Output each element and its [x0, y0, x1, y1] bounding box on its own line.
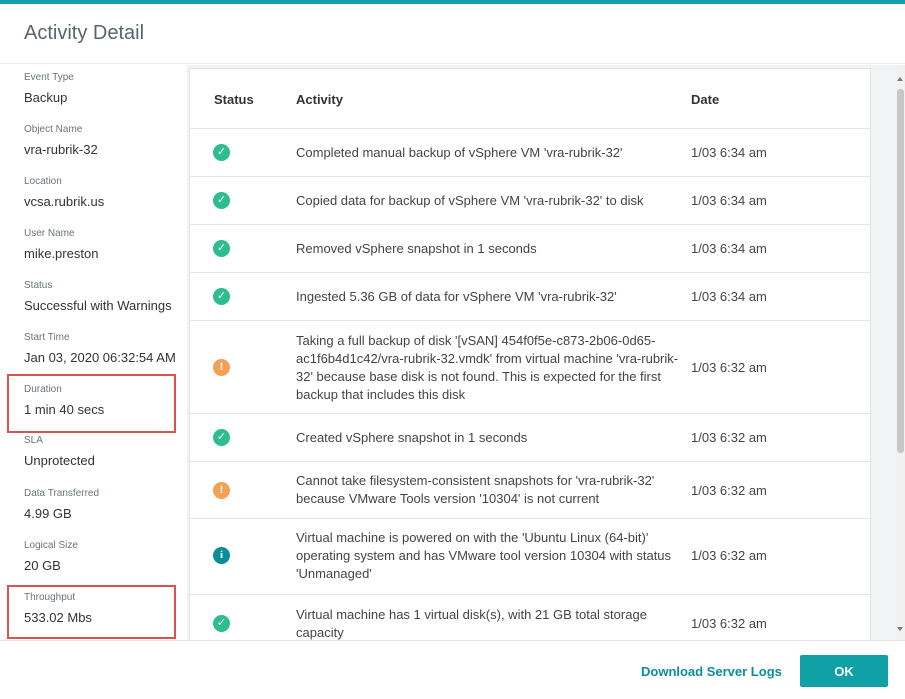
table-row: ✓ Completed manual backup of vSphere VM …	[190, 129, 870, 177]
activity-date: 1/03 6:32 am	[691, 483, 767, 498]
exclamation-circle-icon: !	[213, 359, 230, 376]
dialog-title: Activity Detail	[24, 22, 145, 44]
activity-table[interactable]: Status Activity Date ✓ Completed manual …	[189, 68, 871, 640]
table-row: ✓ Created vSphere snapshot in 1 seconds …	[190, 414, 870, 462]
field-label: Data Transferred	[24, 488, 100, 499]
field-value: Successful with Warnings	[24, 298, 172, 313]
field-value: 533.02 Mbs	[24, 610, 92, 625]
activity-text: Ingested 5.36 GB of data for vSphere VM …	[296, 289, 617, 304]
field-label: Duration	[24, 384, 62, 395]
vertical-scrollbar[interactable]	[896, 65, 905, 640]
activity-text: Virtual machine is powered on with the '…	[296, 530, 672, 581]
field-value: Backup	[24, 90, 68, 105]
field-object-name: Object Name vra-rubrik-32	[24, 124, 184, 158]
column-header-activity: Activity	[296, 92, 343, 107]
activity-date: 1/03 6:34 am	[691, 241, 767, 256]
field-user-name: User Name mike.preston	[24, 228, 184, 262]
field-value: 4.99 GB	[24, 506, 72, 521]
activity-text: Completed manual backup of vSphere VM 'v…	[296, 145, 623, 160]
field-duration: Duration 1 min 40 secs	[24, 384, 184, 418]
field-value: 1 min 40 secs	[24, 402, 105, 417]
activity-date: 1/03 6:32 am	[691, 616, 767, 631]
activity-date: 1/03 6:34 am	[691, 145, 767, 160]
download-server-logs-link[interactable]: Download Server Logs	[641, 664, 782, 679]
field-value: mike.preston	[24, 246, 99, 261]
field-value: vcsa.rubrik.us	[24, 194, 105, 209]
info-circle-icon: i	[213, 547, 230, 564]
check-circle-icon: ✓	[213, 429, 230, 446]
field-label: SLA	[24, 435, 43, 446]
table-row: ✓ Copied data for backup of vSphere VM '…	[190, 177, 870, 225]
field-logical-size: Logical Size 20 GB	[24, 540, 184, 574]
field-label: Event Type	[24, 72, 74, 83]
field-label: User Name	[24, 228, 75, 239]
check-circle-icon: ✓	[213, 144, 230, 161]
activity-text: Virtual machine has 1 virtual disk(s), w…	[296, 607, 647, 640]
table-row: ✓ Virtual machine has 1 virtual disk(s),…	[190, 595, 870, 640]
scroll-up-arrow-icon[interactable]	[897, 77, 903, 81]
table-row: ✓ Ingested 5.36 GB of data for vSphere V…	[190, 273, 870, 321]
field-label: Object Name	[24, 124, 83, 135]
field-label: Status	[24, 280, 53, 291]
summary-panel: Event Type Backup Object Name vra-rubrik…	[0, 65, 187, 640]
activity-date: 1/03 6:34 am	[691, 289, 767, 304]
activity-text: Removed vSphere snapshot in 1 seconds	[296, 241, 537, 256]
dialog-header: Activity Detail	[0, 4, 905, 64]
field-value: Jan 03, 2020 06:32:54 AM	[24, 350, 176, 365]
table-row: ! Cannot take filesystem-consistent snap…	[190, 462, 870, 519]
activity-date: 1/03 6:32 am	[691, 430, 767, 445]
dialog-footer: Download Server Logs OK	[0, 640, 905, 699]
activity-date: 1/03 6:32 am	[691, 360, 767, 375]
field-value: vra-rubrik-32	[24, 142, 98, 157]
activity-panel: Status Activity Date ✓ Completed manual …	[187, 65, 905, 640]
table-row: ✓ Removed vSphere snapshot in 1 seconds …	[190, 225, 870, 273]
field-location: Location vcsa.rubrik.us	[24, 176, 184, 210]
activity-date: 1/03 6:34 am	[691, 193, 767, 208]
field-label: Logical Size	[24, 540, 78, 551]
activity-text: Copied data for backup of vSphere VM 'vr…	[296, 193, 644, 208]
check-circle-icon: ✓	[213, 192, 230, 209]
activity-text: Created vSphere snapshot in 1 seconds	[296, 430, 528, 445]
field-start-time: Start Time Jan 03, 2020 06:32:54 AM	[24, 332, 184, 366]
field-value: 20 GB	[24, 558, 61, 573]
exclamation-circle-icon: !	[213, 482, 230, 499]
table-header: Status Activity Date	[190, 69, 870, 129]
check-circle-icon: ✓	[213, 240, 230, 257]
check-circle-icon: ✓	[213, 288, 230, 305]
field-throughput: Throughput 533.02 Mbs	[24, 592, 184, 626]
field-value: Unprotected	[24, 453, 95, 468]
field-data-transferred: Data Transferred 4.99 GB	[24, 488, 184, 522]
column-header-status: Status	[214, 92, 254, 107]
field-label: Throughput	[24, 592, 76, 603]
activity-date: 1/03 6:32 am	[691, 548, 767, 563]
field-event-type: Event Type Backup	[24, 72, 184, 106]
field-sla: SLA Unprotected	[24, 435, 184, 469]
table-row: i Virtual machine is powered on with the…	[190, 519, 870, 595]
activity-text: Cannot take filesystem-consistent snapsh…	[296, 473, 655, 506]
field-status: Status Successful with Warnings	[24, 280, 184, 314]
check-circle-icon: ✓	[213, 615, 230, 632]
field-label: Start Time	[24, 332, 70, 343]
scroll-down-arrow-icon[interactable]	[897, 627, 903, 631]
field-label: Location	[24, 176, 62, 187]
scrollbar-thumb[interactable]	[897, 89, 904, 453]
ok-button[interactable]: OK	[800, 655, 888, 687]
column-header-date: Date	[691, 92, 720, 107]
table-row: ! Taking a full backup of disk '[vSAN] 4…	[190, 321, 870, 414]
activity-text: Taking a full backup of disk '[vSAN] 454…	[296, 333, 679, 402]
